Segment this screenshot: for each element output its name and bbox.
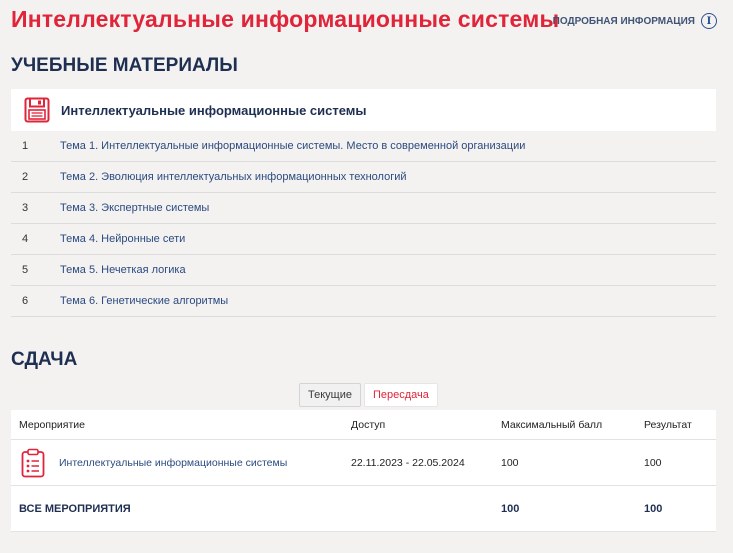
- total-label: ВСЕ МЕРОПРИЯТИЯ: [19, 502, 131, 515]
- topic-number: 3: [22, 202, 29, 214]
- topic-number: 6: [22, 295, 29, 307]
- materials-card-header[interactable]: Интеллектуальные информационные системы: [11, 89, 716, 131]
- total-max-score: 100: [501, 502, 520, 515]
- column-max-score: Максимальный балл: [501, 418, 603, 431]
- column-result: Результат: [644, 418, 692, 431]
- topic-list: 1 Тема 1. Интеллектуальные информационны…: [11, 131, 716, 317]
- event-cell: Интеллектуальные информационные системы: [11, 448, 351, 478]
- access-cell: 22.11.2023 - 22.05.2024: [351, 456, 465, 469]
- details-link[interactable]: ПОДРОБНАЯ ИНФОРМАЦИЯ i: [553, 13, 717, 29]
- exam-section-title: СДАЧА: [11, 349, 78, 370]
- topic-number: 1: [22, 140, 29, 152]
- topic-number: 2: [22, 171, 29, 183]
- column-access: Доступ: [351, 418, 386, 431]
- table-header: Мероприятие Доступ Максимальный балл Рез…: [11, 410, 716, 440]
- topic-row: 6 Тема 6. Генетические алгоритмы: [11, 286, 716, 317]
- topic-row: 4 Тема 4. Нейронные сети: [11, 224, 716, 255]
- topic-link-3[interactable]: Тема 3. Экспертные системы: [60, 202, 209, 214]
- exam-table: Мероприятие Доступ Максимальный балл Рез…: [11, 410, 716, 532]
- total-result: 100: [644, 502, 663, 515]
- info-circle-icon[interactable]: i: [701, 13, 717, 29]
- table-row: Интеллектуальные информационные системы …: [11, 440, 716, 486]
- page-title: Интеллектуальные информационные системы: [11, 6, 560, 32]
- tab-current[interactable]: Текущие: [299, 383, 361, 407]
- topic-link-2[interactable]: Тема 2. Эволюция интеллектуальных информ…: [60, 171, 407, 183]
- exam-tabs: Текущие Пересдача: [299, 383, 438, 407]
- column-event: Мероприятие: [19, 418, 85, 431]
- topic-number: 5: [22, 264, 29, 276]
- clipboard-list-icon: [21, 448, 45, 477]
- topic-link-1[interactable]: Тема 1. Интеллектуальные информационные …: [60, 140, 525, 152]
- topic-number: 4: [22, 233, 29, 245]
- materials-card-title: Интеллектуальные информационные системы: [61, 102, 367, 118]
- topic-row: 3 Тема 3. Экспертные системы: [11, 193, 716, 224]
- tab-retake[interactable]: Пересдача: [363, 383, 438, 407]
- max-score-cell: 100: [501, 456, 519, 469]
- topic-row: 1 Тема 1. Интеллектуальные информационны…: [11, 131, 716, 162]
- topic-link-6[interactable]: Тема 6. Генетические алгоритмы: [60, 295, 228, 307]
- result-cell: 100: [644, 456, 662, 469]
- event-link[interactable]: Интеллектуальные информационные системы: [59, 457, 287, 469]
- topic-row: 5 Тема 5. Нечеткая логика: [11, 255, 716, 286]
- topic-row: 2 Тема 2. Эволюция интеллектуальных инфо…: [11, 162, 716, 193]
- materials-section-title: УЧЕБНЫЕ МАТЕРИАЛЫ: [11, 55, 238, 76]
- floppy-disk-icon: [24, 97, 50, 123]
- table-total-row: ВСЕ МЕРОПРИЯТИЯ 100 100: [11, 486, 716, 532]
- details-link-label: ПОДРОБНАЯ ИНФОРМАЦИЯ: [552, 15, 695, 27]
- topic-link-5[interactable]: Тема 5. Нечеткая логика: [60, 264, 186, 276]
- topic-link-4[interactable]: Тема 4. Нейронные сети: [60, 233, 185, 245]
